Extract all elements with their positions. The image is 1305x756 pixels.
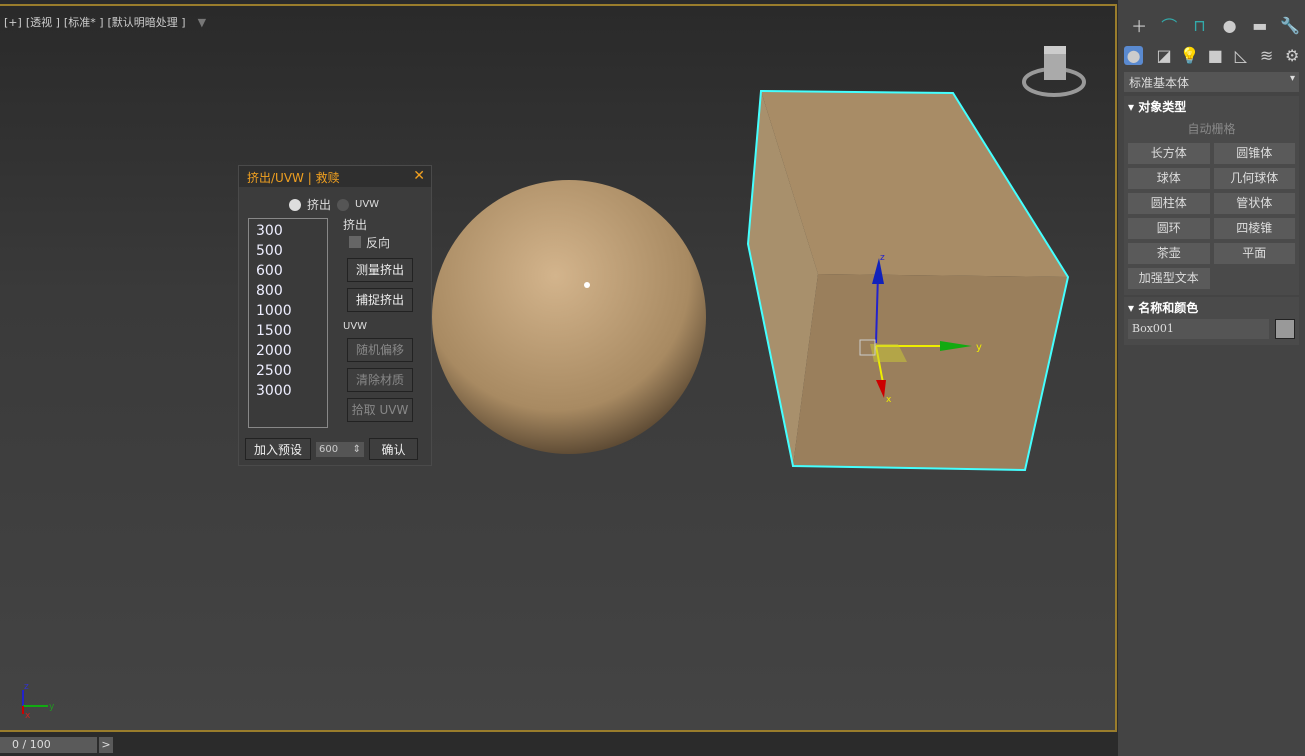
sphere bbox=[432, 180, 706, 454]
box-button[interactable]: 长方体 bbox=[1128, 143, 1210, 164]
category-dropdown[interactable]: 标准基本体 bbox=[1124, 72, 1299, 92]
preset-item[interactable]: 1000 bbox=[249, 303, 327, 323]
geometry-icon[interactable]: ● bbox=[1124, 45, 1144, 65]
hierarchy-tab-icon[interactable]: ⊓ bbox=[1184, 16, 1214, 35]
confirm-button[interactable]: 确认 bbox=[369, 438, 418, 460]
radio-extrude-label: 挤出 bbox=[307, 198, 332, 212]
motion-tab-icon[interactable]: ● bbox=[1215, 16, 1245, 35]
spinner-arrows-icon[interactable]: ⇕ bbox=[353, 442, 361, 457]
object-type-rollout: ▾ 对象类型 自动栅格 长方体 圆锥体 球体 几何球体 圆柱体 管状体 圆环 四… bbox=[1124, 96, 1299, 295]
spacewarps-icon[interactable]: ≋ bbox=[1254, 46, 1280, 65]
object-type-header[interactable]: ▾ 对象类型 bbox=[1128, 98, 1295, 118]
preset-item[interactable]: 2500 bbox=[249, 363, 327, 383]
viewcube[interactable] bbox=[1022, 42, 1086, 106]
clear-material-button[interactable]: 清除材质 bbox=[347, 368, 413, 392]
preset-item[interactable]: 600 bbox=[249, 263, 327, 283]
dialog-title: 挤出/UVW | 救赎 bbox=[247, 171, 340, 185]
lights-icon[interactable]: 💡 bbox=[1177, 46, 1203, 65]
reverse-checkbox[interactable] bbox=[349, 236, 361, 248]
random-offset-button[interactable]: 随机偏移 bbox=[347, 338, 413, 362]
svg-text:y: y bbox=[976, 342, 982, 353]
radio-uvw[interactable] bbox=[337, 198, 350, 211]
torus-button[interactable]: 圆环 bbox=[1128, 218, 1210, 239]
spinner-value: 600 bbox=[319, 444, 339, 455]
radio-extrude[interactable] bbox=[289, 198, 301, 211]
modify-tab-icon[interactable]: ⌒ bbox=[1154, 13, 1184, 37]
svg-text:z: z bbox=[880, 253, 885, 263]
time-slider[interactable]: 0 / 100 bbox=[0, 737, 97, 753]
command-tabs: ＋ ⌒ ⊓ ● ▬ 🔧 bbox=[1118, 12, 1305, 38]
cone-button[interactable]: 圆锥体 bbox=[1213, 143, 1295, 164]
preset-list[interactable]: 300 500 600 800 1000 1500 2000 2500 3000 bbox=[248, 218, 328, 428]
svg-text:x: x bbox=[886, 395, 892, 405]
close-icon[interactable]: ✕ bbox=[413, 168, 425, 184]
helpers-icon[interactable]: ◺ bbox=[1228, 46, 1254, 65]
next-frame-button[interactable]: > bbox=[99, 737, 113, 753]
uvw-section-label: UVW bbox=[343, 321, 368, 332]
preset-item[interactable]: 500 bbox=[249, 243, 327, 263]
cylinder-button[interactable]: 圆柱体 bbox=[1128, 193, 1210, 214]
shapes-icon[interactable]: ◪ bbox=[1151, 46, 1177, 65]
extrude-section-label: 挤出 bbox=[343, 218, 368, 232]
preset-item[interactable]: 300 bbox=[249, 223, 327, 243]
autogrid-checkbox[interactable]: 自动栅格 bbox=[1128, 120, 1295, 137]
capture-extrude-button[interactable]: 捕捉挤出 bbox=[347, 288, 413, 312]
object-name-input[interactable]: Box001 bbox=[1128, 319, 1269, 339]
reverse-label: 反向 bbox=[366, 236, 391, 250]
create-tab-icon[interactable]: ＋ bbox=[1124, 13, 1154, 37]
name-color-header[interactable]: ▾ 名称和颜色 bbox=[1128, 299, 1295, 319]
box bbox=[746, 89, 1070, 472]
command-panel: ＋ ⌒ ⊓ ● ▬ 🔧 ● ◪ 💡 ■ ◺ ≋ ⚙ 标准基本体 ▾ 对象类型 自… bbox=[1118, 0, 1305, 756]
display-tab-icon[interactable]: ▬ bbox=[1245, 16, 1275, 35]
preset-item[interactable]: 3000 bbox=[249, 383, 327, 403]
utilities-tab-icon[interactable]: 🔧 bbox=[1275, 16, 1305, 35]
pyramid-button[interactable]: 四棱锥 bbox=[1213, 218, 1295, 239]
tripod-x: x bbox=[25, 711, 31, 721]
teapot-button[interactable]: 茶壶 bbox=[1128, 243, 1210, 264]
plane-button[interactable]: 平面 bbox=[1213, 243, 1295, 264]
tripod-z: z bbox=[24, 682, 29, 692]
tube-button[interactable]: 管状体 bbox=[1213, 193, 1295, 214]
value-spinner[interactable]: 600 ⇕ bbox=[316, 442, 364, 457]
sphere-highlight bbox=[584, 282, 590, 288]
cameras-icon[interactable]: ■ bbox=[1202, 46, 1228, 65]
radio-uvw-label: UVW bbox=[355, 199, 380, 210]
viewport[interactable]: [+] [透视 ] [标准* ] [默认明暗处理 ] ▼ z y x z y x bbox=[0, 4, 1117, 732]
preset-item[interactable]: 800 bbox=[249, 283, 327, 303]
measure-extrude-button[interactable]: 测量挤出 bbox=[347, 258, 413, 282]
preset-item[interactable]: 1500 bbox=[249, 323, 327, 343]
geosphere-button[interactable]: 几何球体 bbox=[1213, 168, 1295, 189]
systems-icon[interactable]: ⚙ bbox=[1279, 46, 1305, 65]
tripod-y: y bbox=[49, 702, 55, 712]
create-category-tabs: ● ◪ 💡 ■ ◺ ≋ ⚙ bbox=[1118, 42, 1305, 68]
pick-uvw-button[interactable]: 拾取 UVW bbox=[347, 398, 413, 422]
sphere-button[interactable]: 球体 bbox=[1128, 168, 1210, 189]
add-preset-button[interactable]: 加入预设 bbox=[245, 438, 311, 460]
scene: z y x z y x bbox=[22, 89, 1070, 721]
name-color-rollout: ▾ 名称和颜色 Box001 bbox=[1124, 297, 1299, 345]
object-color-swatch[interactable] bbox=[1275, 319, 1295, 339]
dialog-titlebar[interactable]: 挤出/UVW | 救赎 ✕ bbox=[239, 166, 431, 187]
textplus-button[interactable]: 加强型文本 bbox=[1128, 268, 1210, 289]
preset-item[interactable]: 2000 bbox=[249, 343, 327, 363]
extrude-uvw-dialog: 挤出/UVW | 救赎 ✕ 挤出 UVW 300 500 600 800 100… bbox=[238, 165, 432, 466]
